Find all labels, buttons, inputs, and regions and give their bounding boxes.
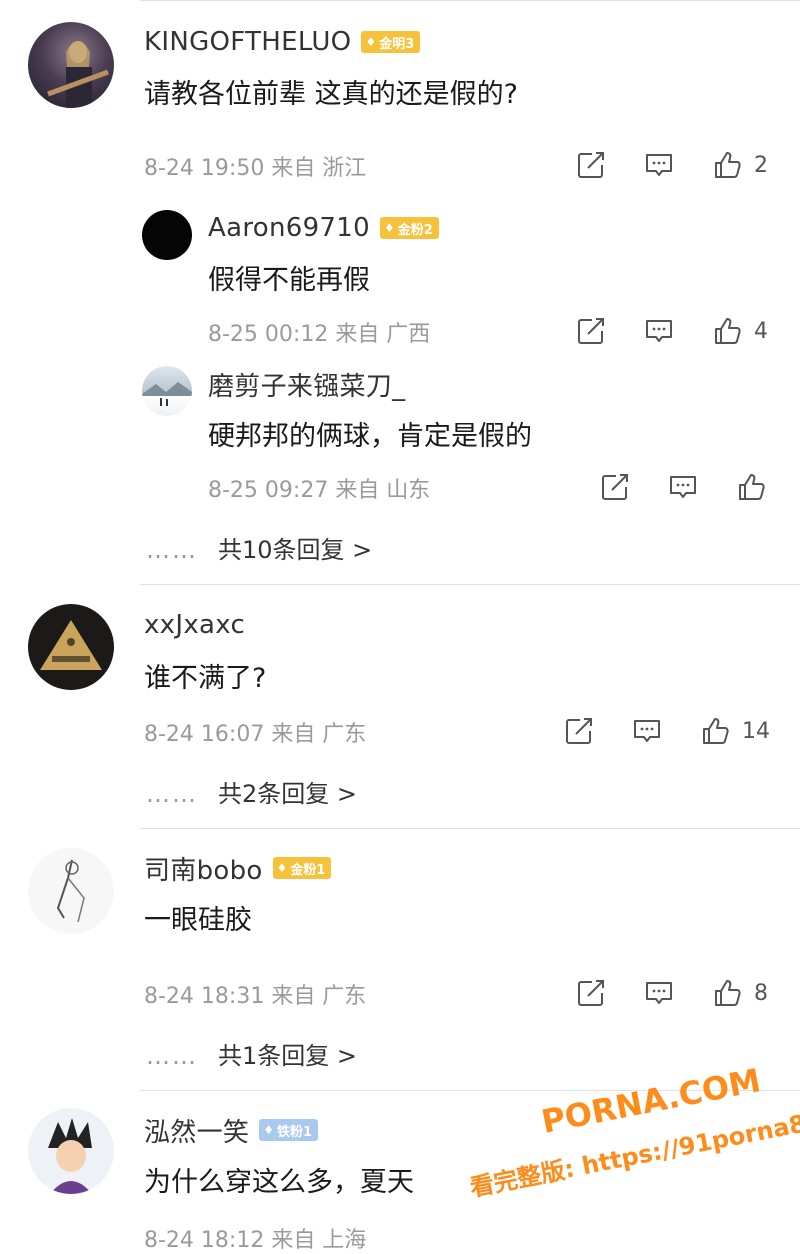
- sketch-figure-avatar-icon: [56, 859, 85, 923]
- fan-badge[interactable]: ♦ 金明3: [361, 31, 421, 53]
- comment-icon[interactable]: [644, 978, 674, 1008]
- like-count: 2: [754, 152, 768, 178]
- comment-text: 一眼硅胶: [144, 905, 252, 936]
- reply-header: Aaron69710 ♦ 金粉2: [208, 210, 439, 246]
- comment-icon[interactable]: [668, 472, 698, 502]
- like-icon[interactable]: [736, 472, 766, 502]
- avatar[interactable]: [28, 848, 114, 934]
- badge-label: 金粉2: [397, 222, 433, 238]
- avatar[interactable]: [28, 22, 114, 108]
- triangle-logo-avatar-icon: [40, 620, 102, 670]
- comment-divider: [140, 828, 800, 829]
- more-replies-label: 共2条回复 >: [218, 780, 358, 808]
- comment-text: 谁不满了?: [144, 663, 267, 694]
- username[interactable]: Aaron69710: [208, 213, 370, 243]
- dots: ……: [146, 780, 198, 808]
- landscape-avatar-icon: [142, 382, 192, 406]
- reply-actions: [600, 472, 766, 502]
- guitarist-avatar-icon: [47, 41, 109, 108]
- view-more-replies[interactable]: …… 共1条回复 >: [146, 1036, 357, 1071]
- dots: ……: [146, 1042, 198, 1070]
- like-icon[interactable]: [712, 316, 742, 346]
- view-more-replies[interactable]: …… 共2条回复 >: [146, 774, 357, 809]
- like-count: 4: [754, 318, 768, 344]
- like-count: 14: [742, 718, 770, 744]
- like-count: 8: [754, 980, 768, 1006]
- comment-meta: 8-24 19:50 来自 浙江: [144, 156, 367, 181]
- username[interactable]: 泓然一笑: [144, 1112, 249, 1149]
- share-icon[interactable]: [600, 472, 630, 502]
- comment-actions: 8: [576, 978, 768, 1008]
- comment-text: 为什么穿这么多，夏天: [144, 1167, 414, 1198]
- like-icon[interactable]: [712, 150, 742, 180]
- comment-meta: 8-24 18:31 来自 广东: [144, 984, 367, 1009]
- reply-text: 假得不能再假: [208, 265, 370, 296]
- view-more-replies[interactable]: …… 共10条回复 >: [146, 530, 372, 565]
- avatar[interactable]: [142, 366, 192, 416]
- comment-actions: 14: [564, 716, 770, 746]
- like-icon[interactable]: [700, 716, 730, 746]
- reply-meta: 8-25 09:27 来自 山东: [208, 478, 431, 503]
- avatar[interactable]: [28, 604, 114, 690]
- avatar[interactable]: [28, 1108, 114, 1194]
- comment-header: 泓然一笑 ♦ 铁粉1: [144, 1112, 319, 1149]
- fan-badge-icon: ♦: [383, 221, 395, 235]
- comment-header: KINGOFTHELUO ♦ 金明3: [144, 24, 421, 60]
- reply-actions: 4: [576, 316, 768, 346]
- fan-badge-icon: ♦: [365, 35, 377, 49]
- username[interactable]: xxJxaxc: [144, 610, 245, 640]
- share-icon[interactable]: [576, 978, 606, 1008]
- share-icon[interactable]: [576, 316, 606, 346]
- fan-badge[interactable]: ♦ 金粉1: [272, 857, 332, 879]
- username[interactable]: 司南bobo: [144, 850, 263, 887]
- fan-badge-icon: ♦: [276, 861, 288, 875]
- like-icon[interactable]: [712, 978, 742, 1008]
- fan-badge[interactable]: ♦ 铁粉1: [259, 1119, 319, 1141]
- more-replies-label: 共1条回复 >: [218, 1042, 358, 1070]
- username[interactable]: KINGOFTHELUO: [144, 27, 351, 57]
- badge-label: 金粉1: [290, 862, 326, 878]
- reply-meta: 8-25 00:12 来自 广西: [208, 322, 431, 347]
- comment-icon[interactable]: [644, 316, 674, 346]
- comment-header: 司南bobo ♦ 金粉1: [144, 850, 332, 887]
- comment-meta: 8-24 18:12 来自 上海: [144, 1228, 367, 1253]
- badge-label: 铁粉1: [276, 1124, 313, 1140]
- comment-icon[interactable]: [632, 716, 662, 746]
- anime-character-avatar-icon: [48, 1118, 92, 1194]
- fan-badge-icon: ♦: [263, 1123, 274, 1137]
- comment-icon[interactable]: [644, 150, 674, 180]
- top-divider: [140, 0, 800, 1]
- dots: ……: [146, 536, 198, 564]
- username[interactable]: 磨剪子来镪菜刀_: [208, 366, 405, 403]
- avatar[interactable]: [142, 210, 192, 260]
- comment-divider: [140, 584, 800, 585]
- comment-text: 请教各位前辈 这真的还是假的?: [144, 79, 518, 110]
- share-icon[interactable]: [576, 150, 606, 180]
- badge-label: 金明3: [379, 36, 415, 52]
- comment-actions: 2: [576, 150, 768, 180]
- more-replies-label: 共10条回复 >: [218, 536, 373, 564]
- comment-meta: 8-24 16:07 来自 广东: [144, 722, 367, 747]
- fan-badge[interactable]: ♦ 金粉2: [379, 217, 439, 239]
- share-icon[interactable]: [564, 716, 594, 746]
- reply-text: 硬邦邦的俩球，肯定是假的: [208, 421, 532, 452]
